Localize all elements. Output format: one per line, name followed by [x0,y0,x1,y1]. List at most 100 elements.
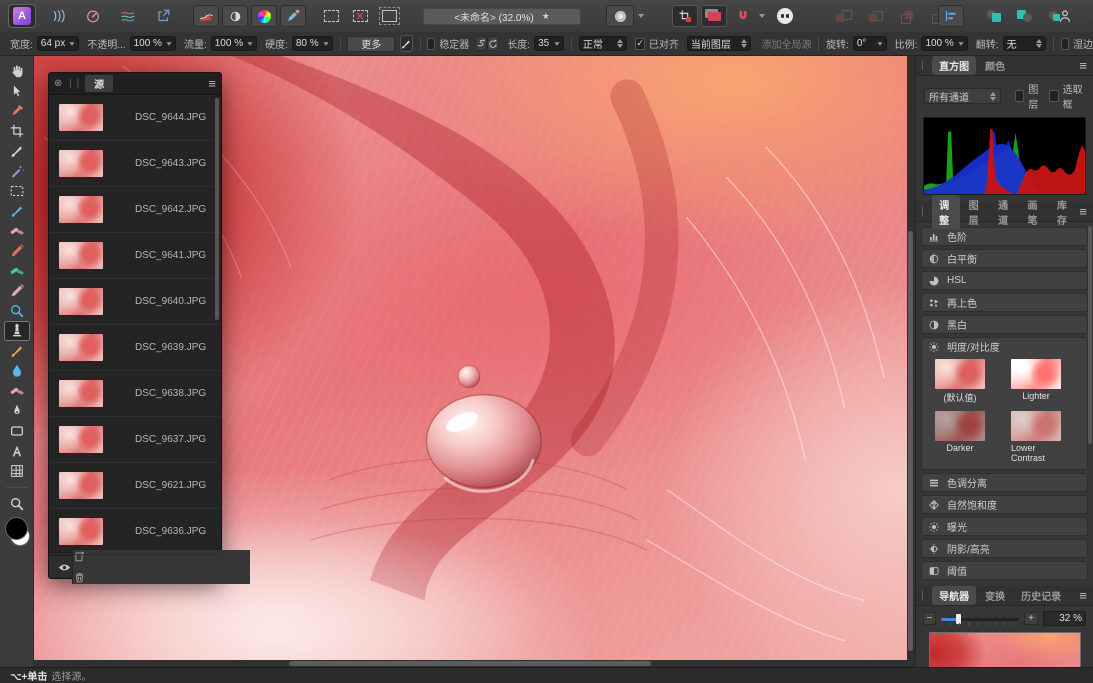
marquee-checkbox[interactable] [1049,90,1058,102]
preset-darker[interactable]: Darker [935,411,985,463]
adjustment-white-balance[interactable]: 白平衡 [921,249,1088,268]
tab-channels[interactable]: 通道 [991,195,1018,229]
panel-menu-icon[interactable]: ≡ [1079,58,1087,73]
selection-brush-tool[interactable] [4,141,30,161]
chevron-down-icon[interactable] [759,14,765,18]
canvas-area[interactable]: ⊗ ❘❘ 源 ≡ DSC_9644.JPG DSC_9643.JPG DSC_9… [34,56,915,668]
boolean-add-button[interactable] [982,5,1008,27]
delete-source-trash-icon[interactable] [73,571,86,584]
shape-tool[interactable] [4,421,30,441]
adjustment-threshold[interactable]: 阈值 [921,561,1088,580]
source-item[interactable]: DSC_9638.JPG [49,371,221,417]
source-item[interactable]: DSC_9640.JPG [49,279,221,325]
flood-select-tool[interactable] [4,161,30,181]
adjustment-vibrance[interactable]: 自然饱和度 [921,495,1088,514]
flip-dropdown[interactable]: 无 [1003,36,1047,51]
panel-menu-icon[interactable]: ≡ [1079,588,1087,603]
photo-persona-button[interactable]: A [8,4,36,28]
snapping-button[interactable] [730,5,756,27]
preset-default[interactable]: (默认值) [935,359,985,404]
preset-lighter[interactable]: Lighter [1011,359,1061,404]
auto-white-balance-button[interactable] [280,5,306,27]
layer-checkbox[interactable] [1015,90,1024,102]
foreground-color-swatch[interactable] [6,518,27,539]
erase-brush-tool[interactable] [4,281,30,301]
flow-dropdown[interactable]: 100 % [211,36,257,51]
preset-lower-contrast[interactable]: Lower Contrast [1011,411,1061,463]
sources-scrollbar[interactable] [215,98,219,320]
transform-pixel-align-button[interactable] [672,5,698,27]
assistant-button[interactable] [772,5,798,27]
source-item[interactable]: DSC_9643.JPG [49,141,221,187]
pixel-pencil-tool[interactable] [4,241,30,261]
tab-navigator[interactable]: 导航器 [932,586,976,605]
zoom-value[interactable]: 32 % [1043,611,1086,626]
hardness-dropdown[interactable]: 80 % [292,36,333,51]
more-button[interactable]: 更多 [347,36,395,52]
tab-history[interactable]: 历史记录 [1014,586,1068,605]
scale-dropdown[interactable]: 100 % [921,36,967,51]
length-dropdown[interactable]: 35 [534,36,564,51]
source-item[interactable]: DSC_9644.JPG [49,95,221,141]
tab-layers[interactable]: 图层 [962,195,989,229]
adjustment-posterize[interactable]: 色调分离 [921,473,1088,492]
move-to-front-button[interactable] [830,5,856,27]
adjustment-hsl[interactable]: HSL [921,271,1088,290]
deselect-button[interactable]: ✕ [347,5,373,27]
move-backward-button[interactable] [894,5,920,27]
channel-dropdown[interactable]: 所有通道 [924,88,1001,104]
invert-selection-button[interactable] [376,5,402,27]
source-item[interactable]: DSC_9642.JPG [49,187,221,233]
marquee-tool[interactable] [4,181,30,201]
stabilizer-checkbox[interactable] [427,38,435,50]
window-stabilizer-button[interactable] [487,36,499,51]
account-button[interactable] [1052,5,1078,27]
panel-menu-icon[interactable]: ≡ [1079,204,1087,219]
tone-mapping-persona-button[interactable] [115,5,141,27]
wet-edges-checkbox[interactable] [1061,38,1069,50]
paint-brush-tool[interactable] [4,201,30,221]
dodge-burn-tool[interactable] [4,381,30,401]
aligned-checkbox[interactable]: ✓ [635,38,645,50]
collapse-icon[interactable]: ❘❘ [66,78,81,89]
move-tool[interactable] [4,81,30,101]
clone-stamp-tool[interactable] [4,321,30,341]
auto-levels-button[interactable] [193,5,219,27]
close-circle-icon[interactable]: ⊗ [54,78,62,89]
rope-stabilizer-button[interactable] [475,36,487,51]
healing-brush-tool[interactable] [4,221,30,241]
photo-feather-image[interactable]: ⊗ ❘❘ 源 ≡ DSC_9644.JPG DSC_9643.JPG DSC_9… [34,56,907,660]
adjustment-exposure[interactable]: 曝光 [921,517,1088,536]
zoom-tool[interactable] [4,494,30,514]
zoom-slider[interactable] [941,613,1019,625]
blur-tool[interactable] [4,301,30,321]
add-global-source-button[interactable]: 添加全局源 [761,36,811,51]
tab-color[interactable]: 颜色 [978,56,1012,75]
canvas-vertical-scrollbar[interactable] [907,56,915,660]
adjustment-brightness-contrast[interactable]: 明度/对比度 [921,337,1088,356]
source-item[interactable]: DSC_9636.JPG [49,509,221,555]
source-item[interactable]: DSC_9639.JPG [49,325,221,371]
toggle-marquee-button[interactable] [318,5,344,27]
adjustment-black-white[interactable]: 黑白 [921,315,1088,334]
zoom-in-button[interactable]: + [1024,612,1037,625]
scrollbar-thumb[interactable] [908,231,913,651]
adjustment-levels[interactable]: 色阶 [921,227,1088,246]
source-item[interactable]: DSC_9641.JPG [49,233,221,279]
sources-tab[interactable]: 源 [85,75,113,92]
boolean-subtract-button[interactable] [1012,5,1038,27]
alignment-button[interactable] [938,5,964,27]
color-swatches[interactable] [5,518,29,548]
adjustment-recolor[interactable]: 再上色 [921,293,1088,312]
source-dropdown[interactable]: 当前图层 [687,36,752,51]
tab-adjustments[interactable]: 调整 [932,195,959,229]
colour-replacement-brush-tool[interactable] [4,341,30,361]
tab-histogram[interactable]: 直方图 [932,56,976,75]
panel-menu-icon[interactable]: ≡ [208,76,216,91]
tab-transform[interactable]: 变换 [978,586,1012,605]
adjustment-shadows-highlights[interactable]: 阴影/高亮 [921,539,1088,558]
edit-all-layers-button[interactable] [701,5,727,27]
blend-mode-dropdown[interactable]: 正常 [579,36,628,51]
auto-colour-button[interactable] [251,5,277,27]
text-tool[interactable] [4,441,30,461]
